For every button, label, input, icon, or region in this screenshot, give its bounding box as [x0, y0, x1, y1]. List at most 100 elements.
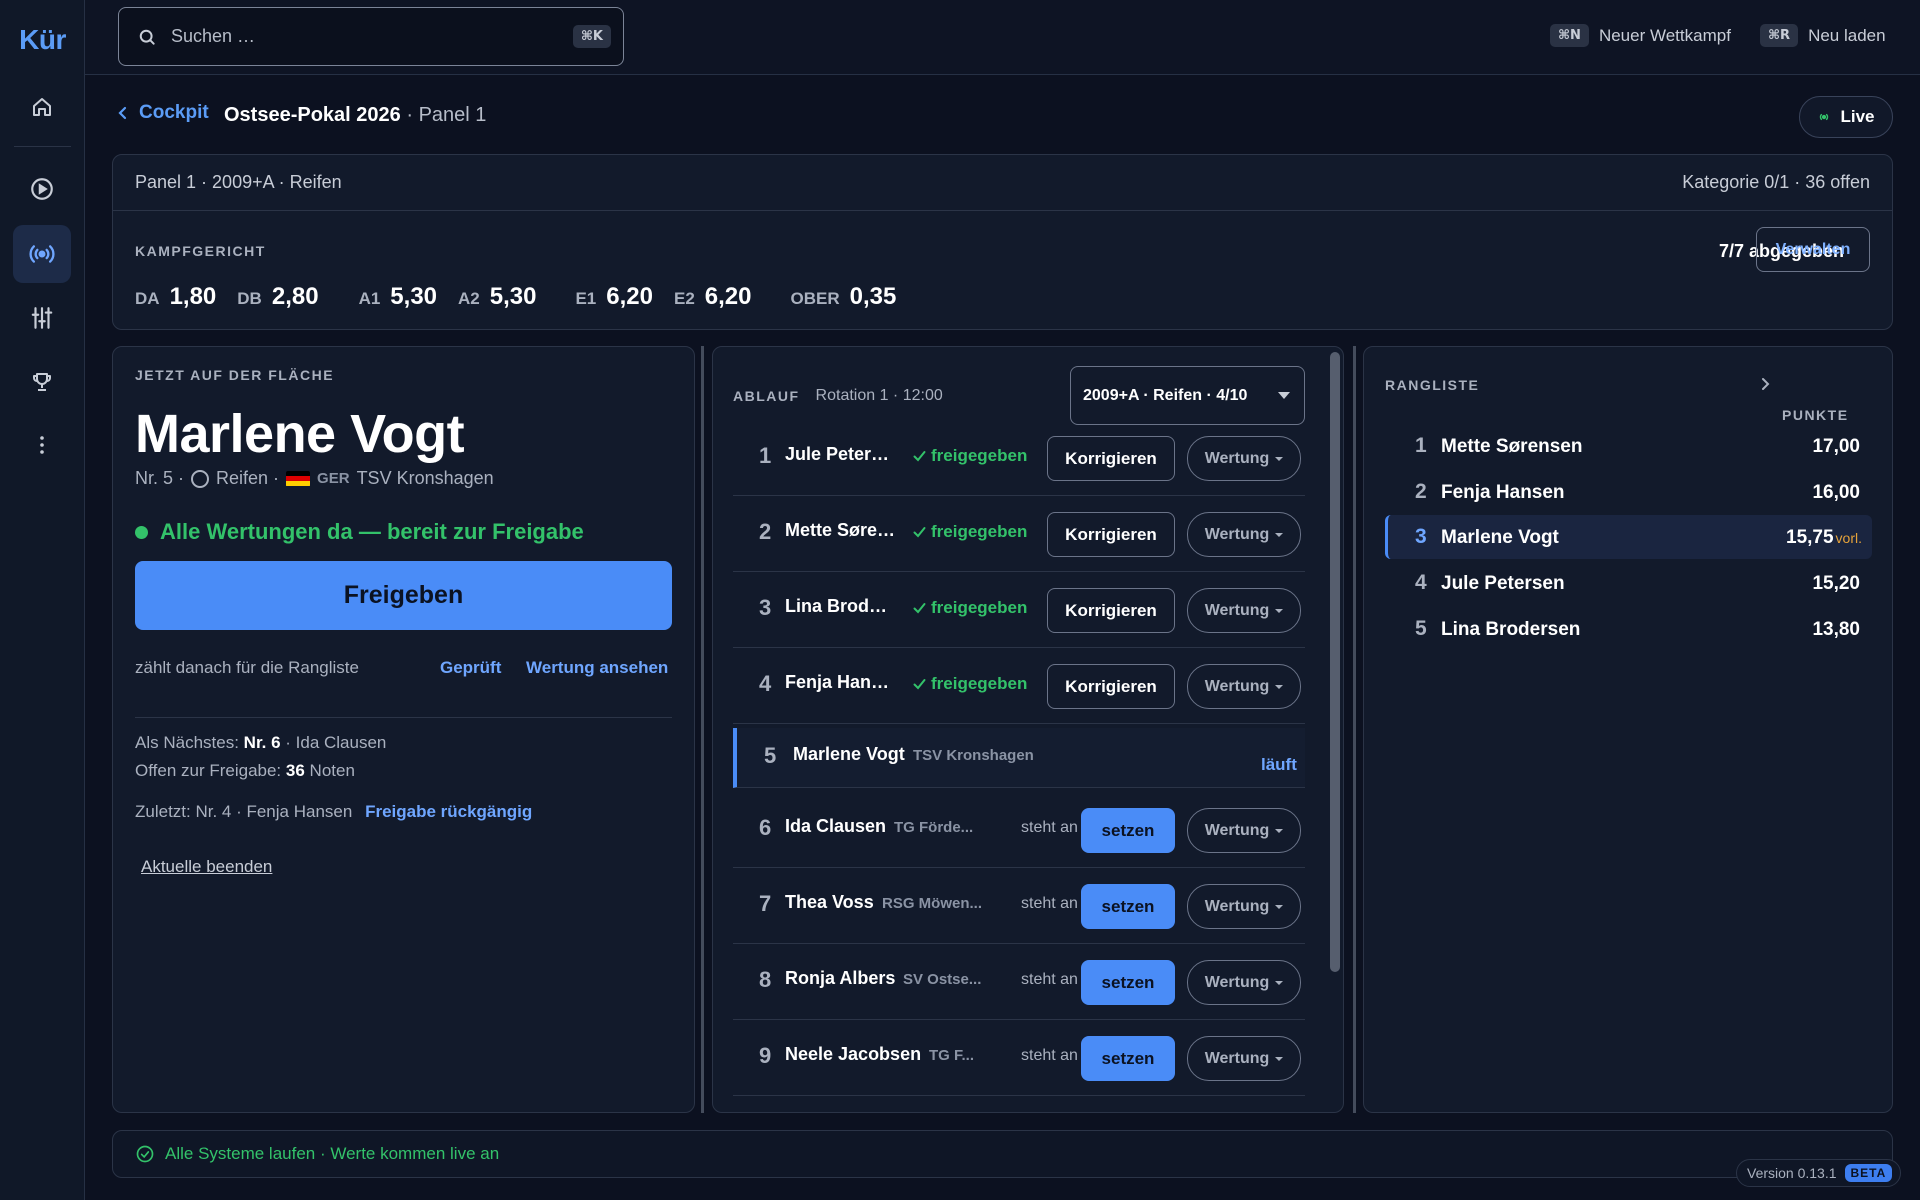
ranking-athlete-name: Lina Brodersen — [1441, 619, 1581, 640]
panel-splitter[interactable] — [1353, 346, 1356, 1113]
search-box[interactable]: ⌘K — [118, 7, 624, 66]
score-value: 1,80 — [169, 283, 217, 310]
ablauf-row[interactable]: 2 Mette Sørensen freigegeben Korrigieren Wer… — [733, 496, 1305, 572]
search-input[interactable] — [171, 26, 573, 47]
ranking-row-current[interactable]: 3 Marlene Vogt 15,75 vorl. — [1385, 515, 1872, 559]
ranking-athlete-name: Marlene Vogt — [1441, 527, 1559, 548]
waiting-status: steht an — [1021, 971, 1078, 988]
row-club: SV Ostse... — [903, 971, 982, 988]
row-number: 6 — [759, 815, 772, 840]
ablauf-row-current[interactable]: 5 Marlene Vogt TSV Kronshagen läuft — [733, 728, 1305, 788]
search-shortcut: ⌘K — [572, 25, 611, 48]
ranking-points-value: 13,80 — [1812, 619, 1860, 640]
open-prefix: Offen zur Freigabe: — [135, 761, 282, 780]
broadcast-icon — [1820, 113, 1829, 121]
panel-splitter[interactable] — [701, 346, 704, 1113]
ablauf-row[interactable]: 8 Ronja Albers SV Ostse... steht an setzen We… — [733, 944, 1305, 1020]
app-logo[interactable]: Kür — [0, 24, 85, 56]
checked-link[interactable]: Geprüft — [440, 658, 501, 678]
check-icon — [913, 603, 926, 614]
nav-play-button[interactable] — [13, 160, 71, 218]
row-athlete-name: Neele Jacobsen — [785, 1044, 922, 1064]
score-dropdown-button[interactable]: Wertung — [1187, 1036, 1301, 1081]
score-dropdown-button[interactable]: Wertung — [1187, 436, 1301, 481]
ranking-points: 15,20 — [1812, 573, 1860, 595]
nav-home-button[interactable] — [13, 78, 71, 136]
row-number: 4 — [759, 671, 772, 696]
beta-badge: BETA — [1844, 1164, 1893, 1182]
ablauf-row[interactable]: 9 Neele Jacobsen TG F... steht an setzen Wert… — [733, 1020, 1305, 1096]
chevron-down-icon — [1275, 684, 1284, 689]
points-sort-button[interactable]: PUNKTE — [1761, 377, 1847, 423]
new-competition-button[interactable]: ⌘N Neuer Wettkampf — [1550, 24, 1731, 47]
check-icon — [913, 527, 926, 538]
ranking-row[interactable]: 1 Mette Sørensen 17,00 — [1385, 424, 1872, 468]
row-athlete-name: Fenja Hansen — [785, 672, 897, 692]
row-club: TSV Kronshagen — [913, 747, 1034, 764]
sliders-icon — [31, 307, 53, 329]
set-button[interactable]: setzen — [1081, 884, 1175, 929]
score-dropdown-label: Wertung — [1204, 821, 1270, 839]
waiting-status: steht an — [1021, 895, 1078, 912]
score-dropdown-button[interactable]: Wertung — [1187, 664, 1301, 709]
row-athlete-name: Jule Petersen — [785, 444, 897, 464]
ranking-row[interactable]: 5 Lina Brodersen 13,80 — [1385, 607, 1872, 651]
ablauf-row[interactable]: 4 Fenja Hansen freigegeben Korrigieren Wertu… — [733, 648, 1305, 724]
back-to-cockpit-link[interactable]: Cockpit — [117, 102, 209, 124]
category-select[interactable]: 2009+A · Reifen · 4/10 — [1070, 366, 1305, 425]
ranking-points-value: 17,00 — [1812, 436, 1860, 457]
ablauf-card: ABLAUF Rotation 1 · 12:00 2009+A · Reife… — [712, 346, 1344, 1113]
ablauf-row[interactable]: 7 Thea Voss RSG Möwen... steht an setzen Wert… — [733, 868, 1305, 944]
finish-current-link[interactable]: Aktuelle beenden — [141, 857, 272, 877]
undo-release-link[interactable]: Freigabe rückgängig — [365, 802, 532, 821]
ranking-athlete-name: Jule Petersen — [1441, 573, 1565, 594]
score-dropdown-label: Wertung — [1204, 973, 1270, 991]
status-bar: Alle Systeme laufen · Werte kommen live … — [112, 1130, 1893, 1178]
score-value: 6,20 — [606, 283, 653, 310]
back-label: Cockpit — [139, 102, 209, 123]
ablauf-row[interactable]: 3 Lina Brodersen freigegeben Korrigieren Wer… — [733, 572, 1305, 648]
correct-button[interactable]: Korrigieren — [1047, 588, 1175, 633]
score-dropdown-button[interactable]: Wertung — [1187, 588, 1301, 633]
score-dropdown-label: Wertung — [1204, 897, 1270, 915]
score-dropdown-button[interactable]: Wertung — [1187, 960, 1301, 1005]
release-button[interactable]: Freigeben — [135, 561, 672, 630]
score-value: 5,30 — [390, 283, 438, 310]
set-button[interactable]: setzen — [1081, 960, 1175, 1005]
more-vertical-icon — [40, 436, 44, 454]
live-button[interactable]: Live — [1799, 96, 1893, 138]
ranking-overline: RANGLISTE — [1385, 377, 1480, 393]
score-e2: E2 6,20 — [674, 283, 752, 311]
ablauf-row[interactable]: 1 Jule Petersen freigegeben Korrigieren Wert… — [733, 420, 1305, 496]
nav-trophy-button[interactable] — [13, 353, 71, 411]
released-label: freigegeben — [931, 522, 1028, 541]
score-dropdown-button[interactable]: Wertung — [1187, 884, 1301, 929]
score-dropdown-button[interactable]: Wertung — [1187, 512, 1301, 557]
manage-button[interactable]: Verwalten — [1756, 227, 1870, 272]
reload-label: Neu laden — [1808, 25, 1886, 45]
ranking-points-value: 15,75 — [1786, 527, 1834, 548]
set-button[interactable]: setzen — [1081, 808, 1175, 853]
check-icon — [913, 679, 926, 690]
score-dropdown-button[interactable]: Wertung — [1187, 808, 1301, 853]
provisional-badge: vorl. — [1835, 530, 1862, 546]
last-release-info: Zuletzt: Nr. 4 · Fenja Hansen Freigabe r… — [135, 802, 532, 822]
correct-button[interactable]: Korrigieren — [1047, 512, 1175, 557]
waiting-status: steht an — [1021, 1047, 1078, 1064]
nav-settings-button[interactable] — [13, 289, 71, 347]
row-athlete-name: Ida Clausen — [785, 816, 887, 836]
nav-more-button[interactable] — [13, 416, 71, 474]
chevron-down-icon — [1275, 456, 1284, 461]
nav-live-button[interactable] — [13, 225, 71, 283]
released-status: freigegeben — [913, 446, 1027, 466]
ablauf-scrollbar[interactable] — [1330, 352, 1340, 972]
ranking-row[interactable]: 4 Jule Petersen 15,20 — [1385, 561, 1872, 605]
ablauf-row[interactable]: 6 Ida Clausen TG Förde... steht an setzen Wer… — [733, 792, 1305, 868]
view-score-link[interactable]: Wertung ansehen — [526, 658, 668, 678]
ranking-row[interactable]: 2 Fenja Hansen 16,00 — [1385, 470, 1872, 514]
correct-button[interactable]: Korrigieren — [1047, 664, 1175, 709]
check-icon — [913, 451, 926, 462]
correct-button[interactable]: Korrigieren — [1047, 436, 1175, 481]
reload-button[interactable]: ⌘R Neu laden — [1760, 24, 1886, 47]
set-button[interactable]: setzen — [1081, 1036, 1175, 1081]
